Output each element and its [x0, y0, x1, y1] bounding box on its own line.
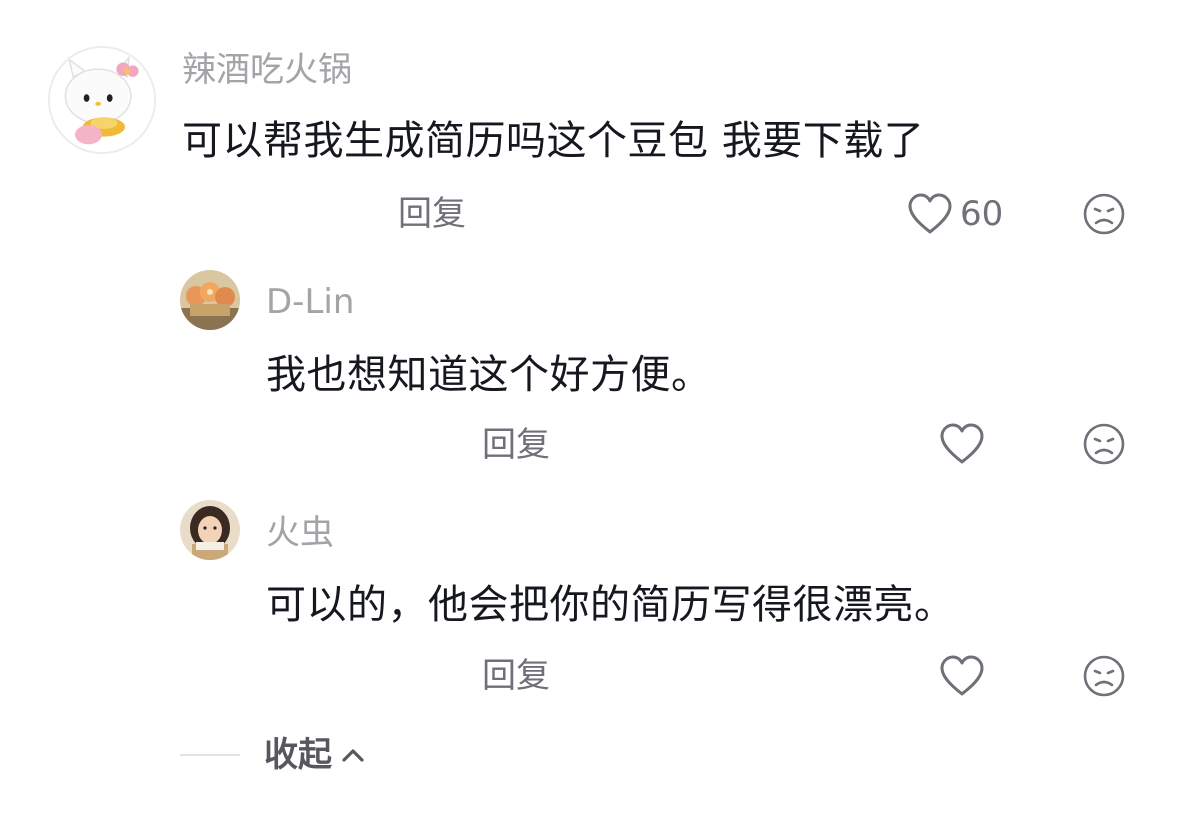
- dislike-button[interactable]: [1082, 654, 1126, 698]
- reply-button[interactable]: 回复: [482, 656, 550, 696]
- collapse-replies-button[interactable]: 收起: [264, 735, 366, 775]
- like-button[interactable]: [938, 422, 986, 466]
- reply-button[interactable]: 回复: [482, 425, 550, 465]
- collapse-label: 收起: [264, 735, 332, 775]
- reply-username[interactable]: 火虫: [266, 513, 334, 553]
- comment-text: 可以帮我生成简历吗这个豆包 我要下载了: [182, 118, 925, 164]
- reply-text: 可以的，他会把你的简历写得很漂亮。: [266, 582, 955, 628]
- like-count: 60: [960, 194, 1004, 234]
- hello-kitty-avatar-icon[interactable]: [48, 46, 156, 154]
- like-button[interactable]: [938, 654, 986, 698]
- frown-face-icon: [1083, 193, 1125, 235]
- group-photo-avatar-icon[interactable]: [180, 270, 240, 330]
- divider-line: [180, 754, 240, 756]
- dislike-button[interactable]: [1082, 192, 1126, 236]
- heart-outline-icon: [908, 193, 952, 234]
- comment-username[interactable]: 辣酒吃火锅: [182, 50, 352, 90]
- heart-outline-icon: [940, 655, 984, 696]
- chevron-up-icon: [342, 749, 364, 762]
- dislike-button[interactable]: [1082, 422, 1126, 466]
- like-button[interactable]: 60: [906, 192, 1003, 236]
- girl-reading-avatar-icon[interactable]: [180, 500, 240, 560]
- heart-outline-icon: [940, 423, 984, 464]
- frown-face-icon: [1083, 655, 1125, 697]
- reply-text: 我也想知道这个好方便。: [266, 352, 712, 398]
- reply-button[interactable]: 回复: [398, 194, 466, 234]
- frown-face-icon: [1083, 423, 1125, 465]
- reply-username[interactable]: D-Lin: [266, 282, 354, 322]
- collapse-replies-row: 收起: [180, 730, 366, 780]
